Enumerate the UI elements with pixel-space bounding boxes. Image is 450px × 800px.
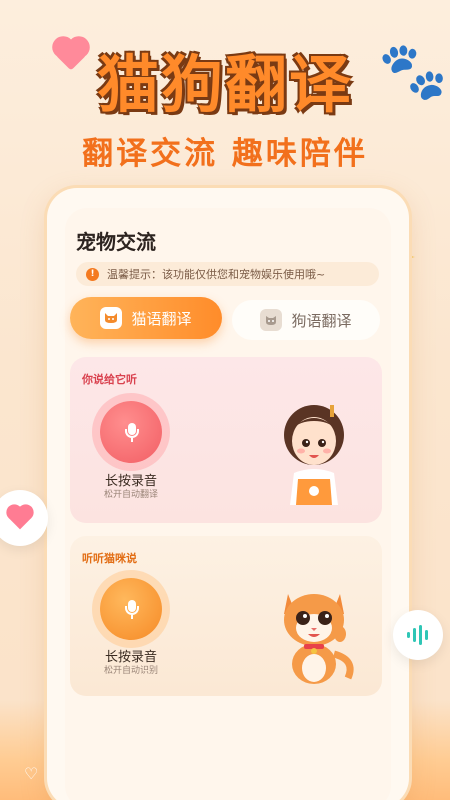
release-hint: 松开自动翻译 bbox=[103, 490, 158, 500]
notice-bar: ! 温馨提示：该功能仅供您和宠物娱乐使用哦~ bbox=[76, 262, 379, 286]
record-button[interactable] bbox=[100, 578, 162, 640]
girl-avatar bbox=[268, 395, 360, 505]
card-title: 你说给它听 bbox=[82, 373, 137, 386]
page-title: 宠物交流 bbox=[76, 230, 156, 254]
heart-bubble bbox=[0, 490, 48, 546]
tab-dog-translate[interactable]: 狗语翻译 bbox=[232, 300, 380, 340]
tab-cat-translate[interactable]: 猫语翻译 bbox=[70, 297, 222, 339]
warning-icon: ! bbox=[86, 267, 99, 281]
dog-face-icon bbox=[260, 309, 283, 331]
notice-text: 温馨提示：该功能仅供您和宠物娱乐使用哦~ bbox=[107, 268, 326, 281]
microphone-icon bbox=[125, 600, 139, 619]
app-subtitle: 翻译交流 趣味陪伴 bbox=[82, 136, 368, 172]
sound-wave-bubble bbox=[393, 610, 443, 660]
heart-outline-icon: ♡ bbox=[24, 764, 39, 783]
microphone-icon bbox=[125, 423, 139, 442]
cat-avatar bbox=[268, 574, 360, 686]
app-title: 猫狗翻译 bbox=[96, 48, 353, 121]
release-hint: 松开自动识别 bbox=[103, 666, 158, 676]
heart-icon bbox=[8, 506, 32, 530]
speak-to-pet-card: 你说给它听 长按录音 松开自动翻译 bbox=[70, 357, 382, 523]
sound-wave-icon bbox=[407, 625, 428, 645]
tab-label: 猫语翻译 bbox=[131, 309, 192, 328]
card-title: 听听猫咪说 bbox=[82, 552, 137, 565]
tab-label: 狗语翻译 bbox=[291, 311, 352, 330]
listen-to-cat-card: 听听猫咪说 长按录音 松开自动识别 bbox=[70, 536, 382, 696]
cat-face-icon bbox=[100, 307, 123, 329]
record-button[interactable] bbox=[100, 401, 162, 463]
